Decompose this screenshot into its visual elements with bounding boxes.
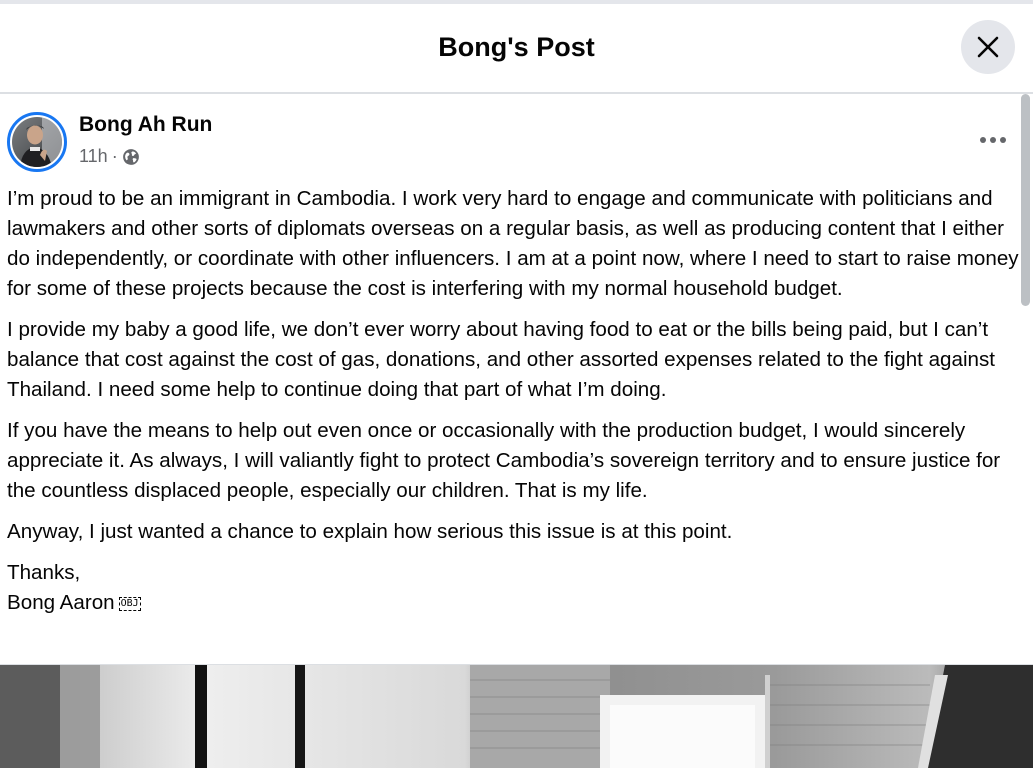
more-horizontal-icon [980,137,1006,143]
avatar[interactable] [7,112,67,172]
dialog-title: Bong's Post [438,31,595,62]
meta-separator: · [111,146,118,166]
post-body: I’m proud to be an immigrant in Cambodia… [7,184,1023,618]
post-time[interactable]: 11h [79,146,108,167]
post-photo[interactable] [0,665,1033,768]
post-paragraph: If you have the means to help out even o… [7,419,1001,502]
close-button[interactable] [961,20,1015,74]
more-options-button[interactable] [975,130,1011,150]
post-photo-image [0,665,1033,768]
post-signoff: Thanks, [7,561,81,584]
post-paragraph: I’m proud to be an immigrant in Cambodia… [7,187,1019,300]
post-meta: 11h · [79,146,140,167]
dialog-header: Bong's Post [0,4,1033,92]
object-replacement-glyph: OBJ [118,597,141,611]
post-signature: Bong Aaron [7,591,115,614]
post-signature-line: Bong Aaron OBJ [7,588,1023,618]
post-dialog: Bong's Post Bong Ah Run 11h · I’m proud … [0,0,1033,768]
globe-icon[interactable] [122,148,140,166]
author-name[interactable]: Bong Ah Run [79,113,212,137]
post-paragraph: Anyway, I just wanted a chance to explai… [7,520,733,543]
close-icon [977,36,999,58]
avatar-image [12,117,62,167]
post-header: Bong Ah Run 11h · [0,94,1033,184]
post-content: Bong Ah Run 11h · I’m proud to be an imm… [0,94,1033,768]
post-paragraph: I provide my baby a good life, we don’t … [7,318,996,401]
